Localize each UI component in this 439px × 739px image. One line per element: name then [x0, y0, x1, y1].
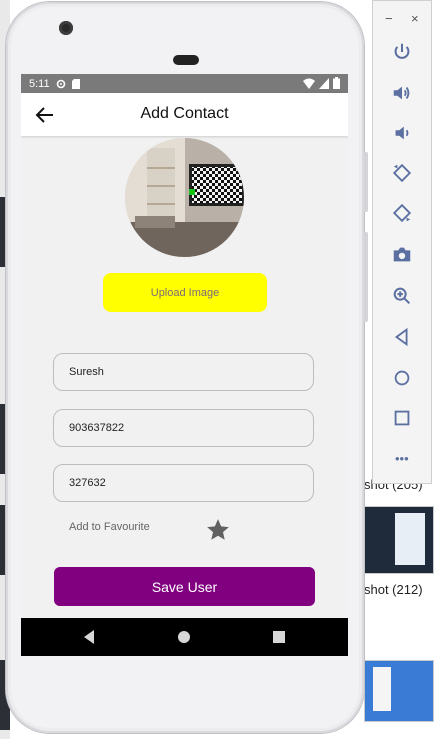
emulator-toolbar: − × •••	[372, 0, 432, 484]
overview-square-icon[interactable]	[391, 407, 413, 429]
nav-back-icon[interactable]	[80, 628, 98, 646]
phone-field[interactable]: 903637822	[53, 409, 314, 447]
pin-field[interactable]: 327632	[53, 464, 314, 502]
rotate-left-icon[interactable]	[391, 162, 413, 184]
contact-avatar-image	[125, 138, 244, 257]
save-user-button[interactable]: Save User	[54, 567, 315, 606]
earpiece-speaker	[173, 55, 199, 65]
minimize-button[interactable]: −	[385, 11, 393, 26]
power-icon[interactable]	[391, 41, 413, 63]
more-options-icon[interactable]: •••	[395, 451, 409, 466]
star-icon[interactable]	[205, 517, 231, 543]
rotate-right-icon[interactable]	[391, 202, 413, 224]
status-time: 5:11	[29, 77, 50, 90]
desktop-file-thumbnail[interactable]	[364, 660, 434, 722]
nav-recents-icon[interactable]	[270, 628, 288, 646]
gear-notification-icon	[56, 79, 65, 88]
back-triangle-icon[interactable]	[391, 326, 413, 348]
app-bar: Add Contact	[21, 93, 348, 136]
desktop-file-label: shot (212)	[364, 582, 423, 597]
name-field[interactable]: Suresh	[53, 353, 314, 391]
system-nav-bar	[21, 618, 348, 656]
camera-icon[interactable]	[391, 244, 413, 266]
app-screen: 5:11 Add Contact Upload Image Suresh 903…	[21, 74, 348, 656]
close-button[interactable]: ×	[411, 11, 419, 26]
phone-frame: 5:11 Add Contact Upload Image Suresh 903…	[6, 2, 368, 733]
front-camera	[59, 21, 73, 35]
upload-image-button[interactable]: Upload Image	[103, 273, 267, 312]
volume-button	[364, 232, 368, 322]
volume-up-icon[interactable]	[391, 82, 413, 104]
nav-home-icon[interactable]	[175, 628, 193, 646]
page-title: Add Contact	[140, 105, 229, 122]
signal-icon	[319, 77, 329, 89]
power-button	[364, 152, 368, 212]
zoom-icon[interactable]	[391, 285, 413, 307]
wifi-icon	[303, 78, 315, 89]
sd-card-icon	[71, 78, 80, 89]
status-bar: 5:11	[21, 74, 348, 93]
volume-down-icon[interactable]	[391, 122, 413, 144]
desktop-file-thumbnail[interactable]	[364, 506, 434, 574]
battery-icon	[333, 77, 340, 89]
favourite-label: Add to Favourite	[69, 521, 150, 533]
home-circle-icon[interactable]	[391, 367, 413, 389]
